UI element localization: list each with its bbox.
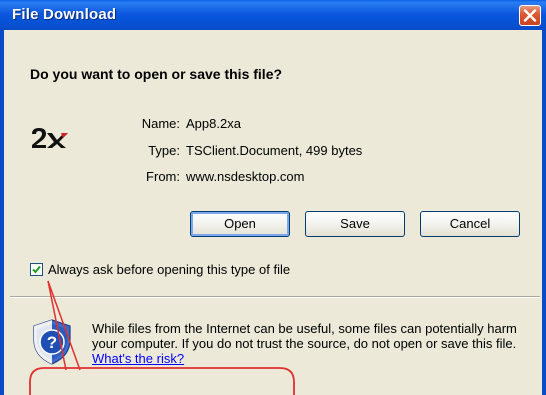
window-frame-left (0, 30, 4, 395)
whats-the-risk-link[interactable]: What's the risk? (92, 351, 184, 366)
field-name-value: App8.2xa (186, 116, 241, 131)
field-type-value: TSClient.Document, 499 bytes (186, 143, 363, 158)
field-from: From: www.nsdesktop.com (104, 169, 305, 184)
open-button[interactable]: Open (190, 211, 290, 237)
annotation-callout-box (29, 367, 295, 395)
field-name: Name: App8.2xa (104, 116, 241, 131)
close-button[interactable] (519, 5, 541, 26)
warning-text: While files from the Internet can be use… (92, 321, 517, 351)
field-name-label: Name: (141, 116, 180, 131)
field-from-value: www.nsdesktop.com (186, 169, 305, 184)
security-shield-icon: ? (33, 319, 71, 365)
2x-logo-icon (32, 128, 68, 148)
cancel-button[interactable]: Cancel (420, 211, 520, 237)
dialog-question: Do you want to open or save this file? (30, 66, 283, 82)
titlebar[interactable]: File Download (0, 0, 546, 30)
always-ask-label: Always ask before opening this type of f… (48, 262, 291, 277)
always-ask-checkbox[interactable] (30, 263, 43, 276)
checkmark-icon (32, 265, 41, 274)
divider (10, 296, 540, 298)
window-frame-right (542, 30, 546, 395)
file-download-dialog: File Download Do you want to open or sav… (0, 0, 546, 395)
warning-message: While files from the Internet can be use… (92, 321, 532, 366)
svg-text:?: ? (47, 333, 57, 352)
close-icon (523, 9, 537, 22)
save-button[interactable]: Save (305, 211, 405, 237)
field-from-label: From: (146, 169, 180, 184)
field-type: Type: TSClient.Document, 499 bytes (104, 143, 362, 158)
field-type-label: Type: (148, 143, 180, 158)
window-title: File Download (12, 6, 117, 23)
